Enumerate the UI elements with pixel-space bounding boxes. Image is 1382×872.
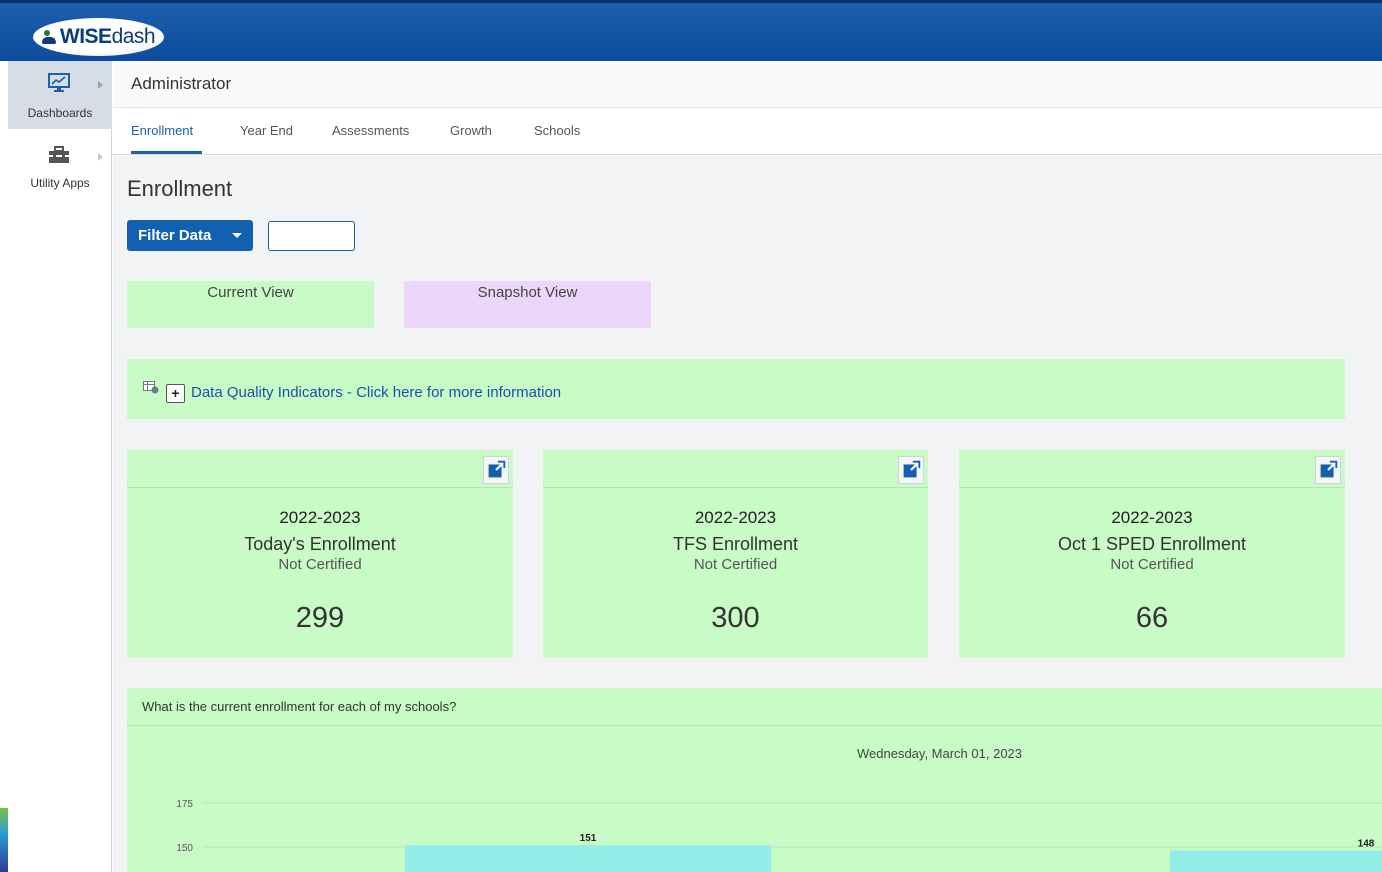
enrollment-chart-panel: What is the current enrollment for each …	[127, 688, 1382, 872]
card-status: Not Certified	[693, 556, 778, 573]
rail-item-label: Dashboards	[27, 106, 93, 120]
bar-data-label: 148	[1358, 839, 1375, 850]
logo-text-rest: dash	[111, 25, 156, 48]
card-value: 66	[1135, 602, 1169, 634]
tab-assessments[interactable]: Assessments	[332, 123, 409, 138]
current-view-button[interactable]: Current View	[127, 281, 374, 328]
filter-data-label: Filter Data	[138, 227, 212, 244]
dashboard-monitor-icon	[48, 73, 70, 92]
card-header	[127, 450, 513, 488]
header-bar: Administrator	[113, 61, 1382, 108]
card-header	[543, 450, 928, 488]
card-header	[959, 450, 1345, 488]
card-status: Not Certified	[278, 556, 362, 573]
chevron-right-icon	[98, 153, 103, 161]
enrollment-card: 2022-2023 Today's Enrollment Not Certifi…	[127, 450, 513, 658]
card-metric-name: TFS Enrollment	[672, 534, 799, 554]
rail-item-dashboards[interactable]: Dashboards	[8, 61, 112, 129]
chart-header: What is the current enrollment for each …	[127, 688, 1382, 726]
enrollment-bar-chart: 150 175 151 148	[176, 799, 1382, 872]
filter-input[interactable]	[268, 221, 355, 251]
data-table-icon	[143, 381, 159, 394]
rail-item-label: Utility Apps	[30, 176, 90, 190]
card-value: 299	[295, 602, 345, 634]
card-year: 2022-2023	[694, 508, 777, 527]
active-tab-indicator	[131, 151, 202, 154]
chart-question: What is the current enrollment for each …	[142, 699, 457, 714]
chevron-right-icon	[98, 81, 103, 89]
filter-data-button[interactable]: Filter Data	[127, 220, 253, 251]
y-tick-label: 150	[176, 843, 193, 854]
tab-schools[interactable]: Schools	[534, 123, 580, 138]
caret-down-icon	[232, 233, 242, 238]
logo-text-bold: WISE	[59, 25, 112, 48]
enrollment-card: 2022-2023 TFS Enrollment Not Certified 3…	[543, 450, 928, 658]
card-year: 2022-2023	[279, 508, 361, 527]
card-metric-name: Oct 1 SPED Enrollment	[1057, 534, 1247, 554]
enrollment-card: 2022-2023 Oct 1 SPED Enrollment Not Cert…	[959, 450, 1345, 658]
chart-bar[interactable]	[405, 845, 771, 872]
expand-plus-button[interactable]: +	[166, 384, 185, 403]
top-bar: WISE dash	[0, 0, 1382, 61]
brand-accent-strip	[0, 808, 8, 872]
card-metric-name: Today's Enrollment	[244, 534, 396, 554]
snapshot-view-button[interactable]: Snapshot View	[404, 281, 651, 328]
logo-people-icon	[41, 29, 58, 45]
section-title: Enrollment	[127, 176, 233, 201]
data-quality-panel: + Data Quality Indicators - Click here f…	[127, 359, 1345, 419]
card-value: 300	[711, 602, 760, 634]
left-rail: Dashboards Utility Apps	[0, 61, 112, 872]
card-year: 2022-2023	[1111, 508, 1193, 527]
tab-growth[interactable]: Growth	[450, 123, 492, 138]
main-content: Enrollment Filter Data Current View Snap…	[113, 156, 1382, 872]
card-status: Not Certified	[1110, 556, 1194, 573]
popout-icon[interactable]	[1315, 456, 1341, 484]
tab-enrollment[interactable]: Enrollment	[131, 123, 193, 138]
wisedash-logo[interactable]: WISE dash	[33, 18, 164, 56]
page-title: Administrator	[131, 74, 232, 93]
toolbox-icon	[49, 146, 69, 163]
data-quality-link[interactable]: Data Quality Indicators - Click here for…	[191, 384, 561, 401]
tab-year-end[interactable]: Year End	[240, 123, 293, 138]
tab-bar: Enrollment Year End Assessments Growth S…	[113, 109, 1382, 155]
popout-icon[interactable]	[898, 456, 924, 484]
y-tick-label: 175	[176, 799, 193, 810]
popout-icon[interactable]	[483, 456, 509, 484]
rail-item-utility-apps[interactable]: Utility Apps	[8, 133, 112, 201]
bar-data-label: 151	[580, 833, 597, 844]
chart-bar[interactable]	[1170, 850, 1382, 872]
